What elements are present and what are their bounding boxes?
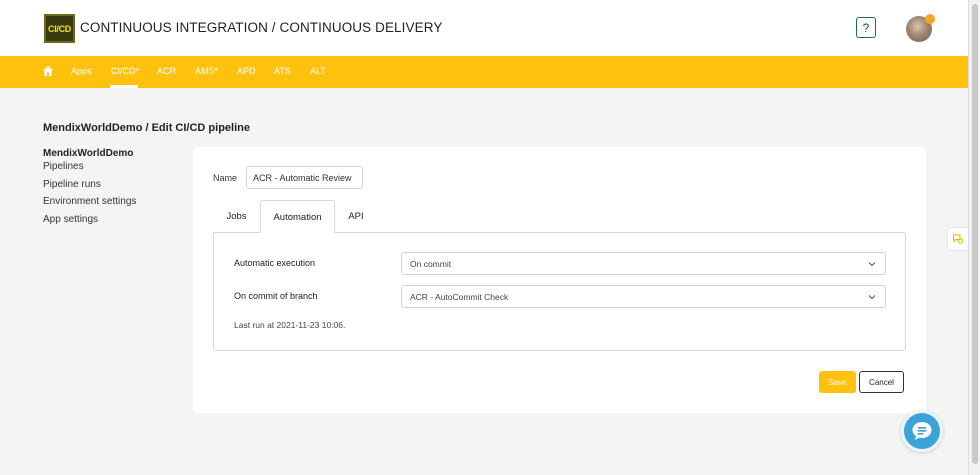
scrollbar-thumb[interactable] (972, 4, 978, 464)
chat-button[interactable] (901, 410, 943, 452)
nav-item-acr[interactable]: ACR (157, 66, 176, 76)
top-bar: CI/CD CONTINUOUS INTEGRATION / CONTINUOU… (0, 0, 968, 56)
app-title: CONTINUOUS INTEGRATION / CONTINUOUS DELI… (80, 20, 443, 35)
branch-label: On commit of branch (234, 291, 318, 301)
nav-item-apps[interactable]: Apps (71, 66, 92, 76)
page-title: MendixWorldDemo / Edit CI/CD pipeline (43, 122, 250, 134)
app-logo[interactable]: CI/CD (44, 14, 75, 43)
home-icon[interactable] (42, 65, 54, 77)
notification-dot (925, 14, 935, 24)
automatic-execution-select[interactable]: On commit (401, 252, 886, 275)
help-icon: ? (862, 20, 870, 35)
chat-icon (912, 422, 932, 440)
nav-active-indicator (110, 85, 138, 88)
main-nav: Apps CI/CD* ACR AMS* APD ATS ALT (0, 56, 968, 88)
chevron-down-icon (868, 262, 876, 267)
branch-value: ACR - AutoCommit Check (410, 292, 509, 302)
chevron-down-icon (868, 295, 876, 300)
save-button[interactable]: Save (819, 371, 856, 393)
sidebar-item-environment-settings[interactable]: Environment settings (43, 196, 136, 207)
sidebar-item-pipelines[interactable]: Pipelines (43, 161, 84, 172)
branch-select[interactable]: ACR - AutoCommit Check (401, 285, 886, 308)
nav-item-alt[interactable]: ALT (310, 66, 326, 76)
tab-jobs[interactable]: Jobs (213, 200, 260, 233)
tab-api[interactable]: API (336, 200, 376, 233)
name-label: Name (213, 173, 238, 183)
page-scrollbar[interactable] (968, 0, 980, 475)
avatar[interactable] (906, 14, 935, 42)
nav-item-cicd[interactable]: CI/CD* (111, 66, 139, 76)
feedback-icon (953, 234, 964, 244)
nav-item-apd[interactable]: APD (237, 66, 256, 76)
automatic-execution-value: On commit (410, 259, 452, 269)
last-run-text: Last run at 2021-11-23 10:06. (234, 320, 346, 330)
logo-text: CI/CD (48, 23, 71, 34)
sidebar-item-app-settings[interactable]: App settings (43, 214, 98, 225)
tab-automation[interactable]: Automation (260, 200, 335, 233)
nav-item-ams[interactable]: AMS* (195, 66, 218, 76)
name-input[interactable]: ACR - Automatic Review (246, 166, 363, 189)
feedback-tab[interactable] (947, 227, 968, 251)
cancel-button[interactable]: Cancel (859, 371, 904, 393)
sidebar-title: MendixWorldDemo (43, 148, 134, 159)
help-button[interactable]: ? (856, 17, 876, 38)
nav-item-ats[interactable]: ATS (274, 66, 291, 76)
automatic-execution-label: Automatic execution (234, 258, 316, 268)
sidebar-item-pipeline-runs[interactable]: Pipeline runs (43, 179, 101, 190)
